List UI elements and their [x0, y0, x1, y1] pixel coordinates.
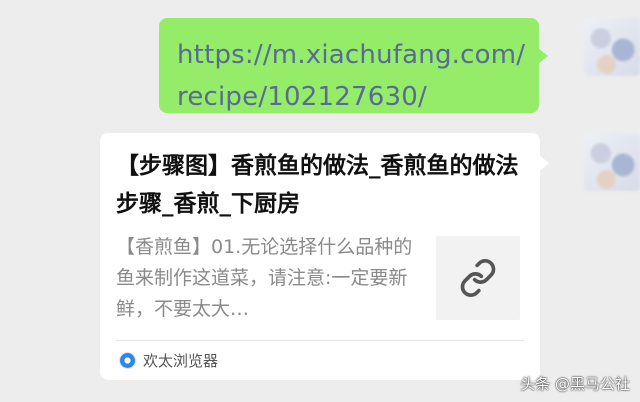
sender-avatar[interactable] [584, 18, 640, 76]
link-icon [460, 259, 496, 297]
browser-icon [120, 352, 135, 368]
card-title: 【步骤图】香煎鱼的做法_香煎鱼的做法步骤_香煎_下厨房 [116, 153, 519, 217]
sender-avatar[interactable] [584, 133, 640, 191]
card-source: 欢太浏览器 [120, 349, 218, 371]
sent-link-message[interactable]: https://m.xiachufang.com/ recipe/1021276… [159, 18, 548, 113]
message-link-line2: recipe/102127630/ [177, 82, 427, 112]
message-link[interactable]: https://m.xiachufang.com/ recipe/1021276… [177, 34, 526, 118]
link-share-card[interactable]: 【步骤图】香煎鱼的做法_香煎鱼的做法步骤_香煎_下厨房 【香煎鱼】01.无论选择… [100, 133, 549, 380]
card-description: 【香煎鱼】01.无论选择什么品种的鱼来制作这道菜，请注意:一定要新鲜，不要太大… [116, 236, 413, 320]
card-divider [116, 340, 524, 341]
card-thumbnail [436, 236, 520, 320]
watermark: 头条 @黑马公社 [520, 375, 630, 393]
message-link-line1: https://m.xiachufang.com/ [177, 40, 526, 70]
source-label: 欢太浏览器 [143, 351, 219, 370]
